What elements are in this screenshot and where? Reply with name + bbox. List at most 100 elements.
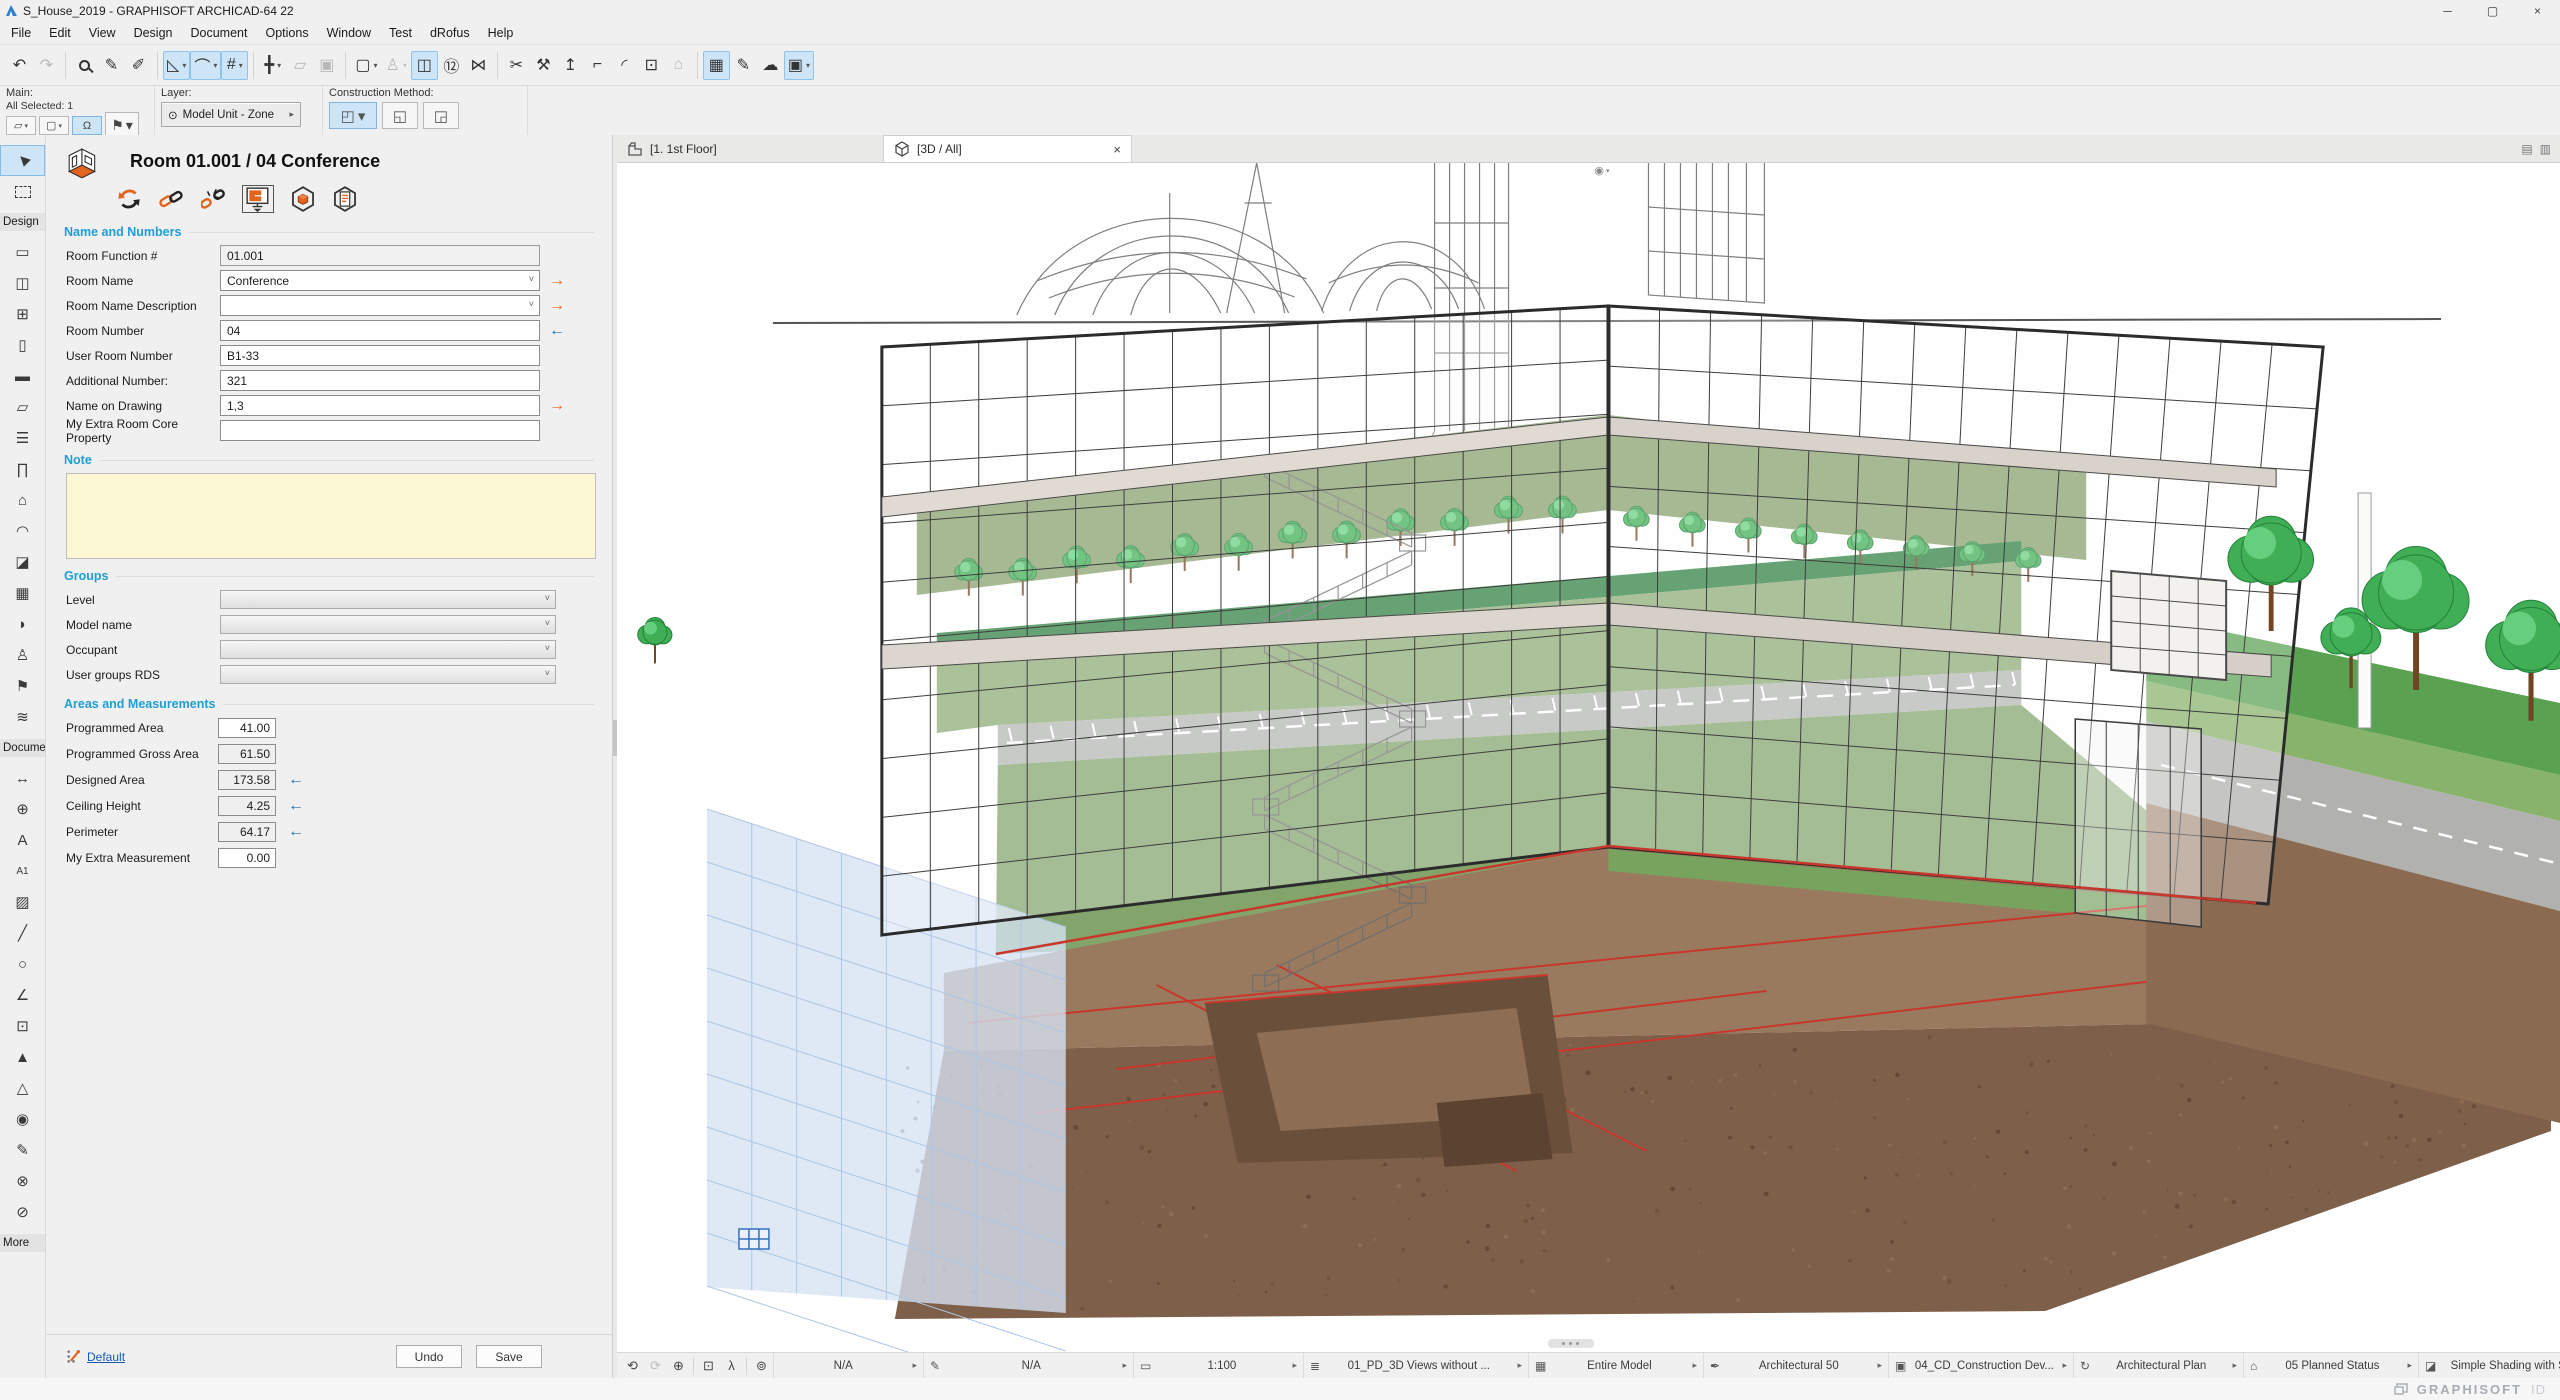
stretch-button[interactable]: ⋈ (465, 51, 492, 80)
pull-arrow-icon[interactable]: ← (540, 322, 574, 340)
field-room-function[interactable]: 01.001 (220, 245, 540, 266)
construction-method-inner-button[interactable]: ◰▾ (329, 102, 377, 129)
tool-polyline[interactable]: ∠ (0, 980, 45, 1011)
selector-pen-set[interactable]: ✒Architectural 50▸ (1703, 1353, 1888, 1379)
tool-figure[interactable]: ⊡ (0, 1011, 45, 1042)
menu-test[interactable]: Test (380, 23, 421, 43)
selector-layer-combination[interactable]: ≣01_PD_3D Views without ...▸ (1303, 1353, 1528, 1379)
undo-button[interactable]: Undo (396, 1345, 462, 1368)
tool-beam[interactable]: ▬ (0, 361, 45, 392)
tool-circle[interactable]: ○ (0, 949, 45, 980)
measure-programmed-gross-area[interactable]: 61.50 (218, 744, 276, 764)
menu-document[interactable]: Document (182, 23, 257, 43)
orbit-button[interactable]: ⊚ (750, 1355, 773, 1377)
tool-curtain-wall[interactable]: ▦ (0, 578, 45, 609)
back-button[interactable]: ⟲ (621, 1355, 644, 1377)
tool-wall[interactable]: ▭ (0, 237, 45, 268)
tool-marquee[interactable] (0, 176, 45, 207)
group-combo-level[interactable] (220, 590, 556, 609)
inject-parameters-button[interactable]: ✐ (125, 51, 152, 80)
3d-canvas[interactable]: ◉▾ (617, 163, 2560, 1352)
field-room-name[interactable]: Conference (220, 270, 540, 291)
close-button[interactable]: × (2515, 0, 2560, 21)
construction-method-outer-button[interactable]: ◱ (382, 102, 418, 129)
menu-design[interactable]: Design (125, 23, 182, 43)
select-polygon-button[interactable]: ▱▾ (6, 116, 36, 135)
report-icon[interactable] (332, 186, 358, 212)
tool-dimension[interactable]: ↔ (0, 763, 45, 794)
tool-skylight[interactable]: ◪ (0, 547, 45, 578)
set-home-story-button[interactable]: ⌂ (665, 51, 692, 80)
zoom-to-selection-button[interactable] (71, 51, 98, 80)
tool-change[interactable]: ⊘ (0, 1197, 45, 1228)
menu-view[interactable]: View (80, 23, 125, 43)
tool-text[interactable]: A (0, 825, 45, 856)
field-user-room-number[interactable]: B1-33 (220, 345, 540, 366)
pull-arrow-icon[interactable]: ← (288, 823, 304, 841)
field-additional-number[interactable]: 321 (220, 370, 540, 391)
snap-plane-button[interactable]: ▱ (286, 51, 313, 80)
tool-shell[interactable]: ◠ (0, 516, 45, 547)
guide-lines-button[interactable]: ⌒▾ (190, 51, 221, 80)
graphisoft-id[interactable]: ID (2531, 1382, 2546, 1397)
selector-structure-display[interactable]: ▦Entire Model▸ (1528, 1353, 1703, 1379)
tool-mesh[interactable]: ≋ (0, 702, 45, 733)
split-button[interactable]: ✂ (503, 51, 530, 80)
resize-button[interactable]: ⊡ (638, 51, 665, 80)
field-my-extra-room-core-property[interactable] (220, 420, 540, 441)
unlink-icon[interactable] (200, 186, 226, 212)
auto-dimension-button[interactable]: ⑫ (438, 51, 465, 80)
tool-fill[interactable]: ▨ (0, 887, 45, 918)
select-marquee-button[interactable]: ▢▾ (39, 116, 69, 135)
maximize-button[interactable]: ▢ (2470, 0, 2515, 21)
tool-morph[interactable]: ◗ (0, 609, 45, 640)
element-transfer-button[interactable]: ◫ (411, 51, 438, 80)
magnet-toggle-button[interactable]: Ω (72, 116, 102, 135)
group-combo-occupant[interactable] (220, 640, 556, 659)
measure-perimeter[interactable]: 64.17 (218, 822, 276, 842)
group-combo-user-groups-rds[interactable] (220, 665, 556, 684)
tool-detail[interactable]: ⊗ (0, 1166, 45, 1197)
scroll-pill[interactable] (1548, 1339, 1594, 1348)
tool-stair[interactable]: ☰ (0, 423, 45, 454)
measure-my-extra-measurement[interactable]: 0.00 (218, 848, 276, 868)
tool-section[interactable]: ▲ (0, 1042, 45, 1073)
push-arrow-icon[interactable]: → (540, 272, 574, 290)
layer-dropdown[interactable]: ⊙ Model Unit - Zone ▸ (161, 102, 301, 127)
pull-arrow-icon[interactable]: ← (288, 771, 304, 789)
zoom-in-button[interactable]: ⊕ (667, 1355, 690, 1377)
tab-tree-icon[interactable]: ▥ (2540, 142, 2551, 156)
snap-reference-button[interactable]: ▣ (313, 51, 340, 80)
menu-drofus[interactable]: dRofus (421, 23, 479, 43)
selector-scale[interactable]: ▭1:100▸ (1133, 1353, 1303, 1379)
group-combo-model-name[interactable] (220, 615, 556, 634)
tool-window[interactable]: ⊞ (0, 299, 45, 330)
fit-in-window-button[interactable]: ⊡ (697, 1355, 720, 1377)
3d-visualization-button[interactable]: ▣▾ (784, 51, 814, 80)
menu-window[interactable]: Window (318, 23, 380, 43)
tab-3d-all[interactable]: [3D / All] × (884, 135, 1132, 162)
adjust-button[interactable]: ⚒ (530, 51, 557, 80)
construction-method-center-button[interactable]: ◲ (423, 102, 459, 129)
frame-tool-button[interactable]: ▢▾ (351, 51, 381, 80)
eye-icon[interactable]: ◉▾ (1594, 164, 1609, 177)
tool-column[interactable]: ▯ (0, 330, 45, 361)
push-arrow-icon[interactable]: → (540, 397, 574, 415)
tab-list-icon[interactable]: ▤ (2521, 142, 2532, 156)
snap-grid-button[interactable]: ╋▾ (259, 51, 286, 80)
menu-file[interactable]: File (2, 23, 40, 43)
forward-button[interactable]: ⟳ (644, 1355, 667, 1377)
sync-icon[interactable] (116, 186, 142, 212)
model-3d-icon[interactable] (290, 186, 316, 212)
tool-camera[interactable]: ◉ (0, 1104, 45, 1135)
link-icon[interactable] (158, 186, 184, 212)
guide-square-button[interactable]: ◺▾ (163, 51, 190, 80)
menu-help[interactable]: Help (479, 23, 523, 43)
coordinate-input-button[interactable]: #▾ (221, 51, 248, 80)
redo-button[interactable]: ↷ (33, 51, 60, 80)
tool-level-dimension[interactable]: ⊕ (0, 794, 45, 825)
pull-arrow-icon[interactable]: ← (288, 797, 304, 815)
graphisoft-brand[interactable]: GRAPHISOFT (2417, 1382, 2522, 1397)
note-textarea[interactable] (66, 473, 596, 559)
annotate-button[interactable]: ✎ (730, 51, 757, 80)
